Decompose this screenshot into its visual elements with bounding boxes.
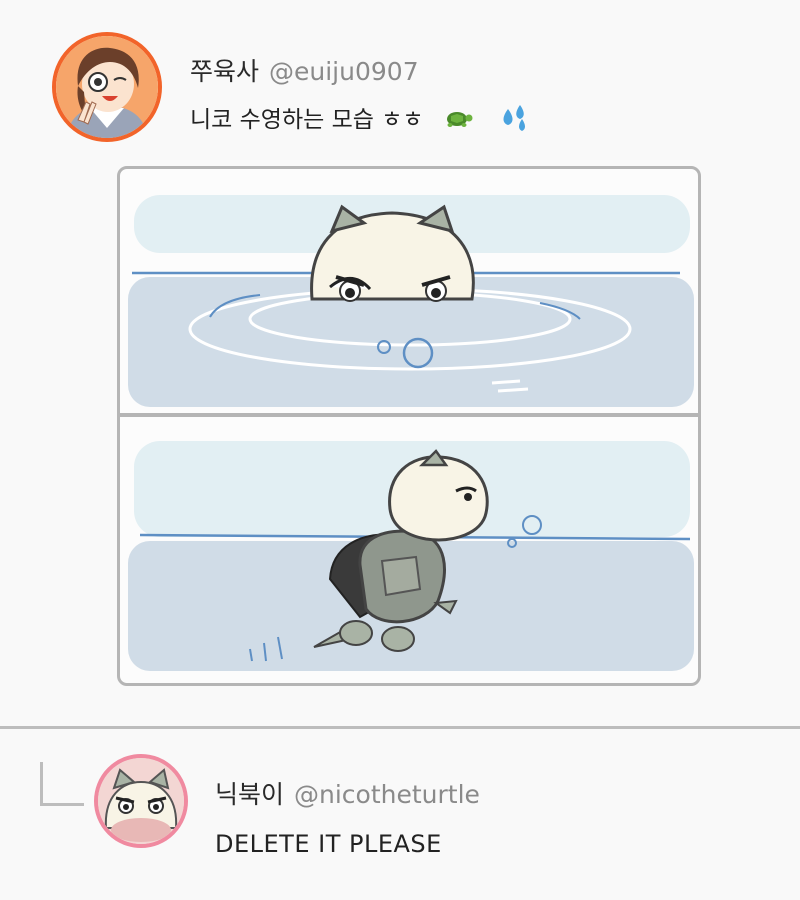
- sweat-droplets-icon: [498, 103, 530, 139]
- author-avatar[interactable]: [52, 32, 162, 142]
- reply-author-name[interactable]: 닉북이: [215, 780, 284, 809]
- author-name-line: 쭈육사 @euiju0907: [190, 52, 419, 88]
- reply-text: DELETE IT PLEASE: [215, 830, 442, 858]
- reply-connector: [40, 762, 84, 806]
- turtle-icon: [443, 106, 473, 136]
- comic-panel-top: [128, 195, 694, 407]
- post-text-line: 니코 수영하는 모습 ㅎㅎ: [190, 100, 530, 139]
- comic-illustration: [120, 195, 698, 671]
- post-reply-divider: [0, 726, 800, 729]
- comic-panel-bottom: [128, 441, 694, 671]
- post-text: 니코 수영하는 모습 ㅎㅎ: [190, 107, 424, 133]
- author-avatar-illustration: [56, 36, 158, 138]
- comic-image[interactable]: [117, 166, 701, 686]
- reply-author-handle[interactable]: @nicotheturtle: [294, 780, 480, 809]
- reply-avatar-illustration: [98, 758, 184, 844]
- author-handle[interactable]: @euiju0907: [269, 57, 419, 86]
- author-name[interactable]: 쭈육사: [190, 57, 259, 86]
- reply-avatar[interactable]: [94, 754, 188, 848]
- reply-name-line: 닉북이 @nicotheturtle: [215, 775, 480, 811]
- original-post: 쭈육사 @euiju0907 니코 수영하는 모습 ㅎㅎ: [0, 0, 800, 726]
